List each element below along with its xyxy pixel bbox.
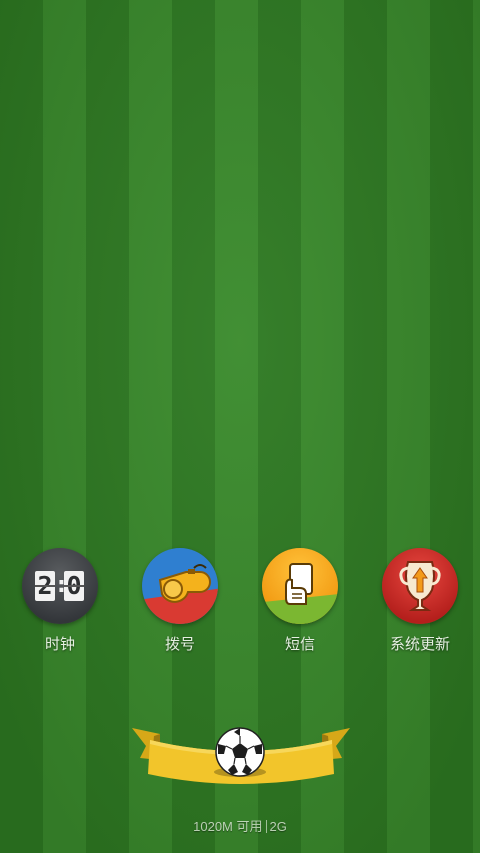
trophy-upgrade-icon[interactable] bbox=[382, 548, 458, 624]
app-system-update[interactable]: 系统更新 bbox=[365, 548, 475, 658]
memory-available: 1020M 可用 bbox=[193, 819, 263, 834]
app-label-dialer: 拨号 bbox=[164, 635, 195, 653]
memory-network-status: 1020M 可用 2G bbox=[0, 816, 480, 835]
app-label-sms: 短信 bbox=[284, 635, 315, 653]
clock-digit-right: 0 bbox=[64, 571, 84, 601]
clock-digit-left: 2 bbox=[35, 571, 55, 601]
soccer-ball-icon[interactable] bbox=[214, 726, 266, 778]
home-screen: { "apps": [ {"id": "clock", "label": "时钟… bbox=[0, 0, 480, 853]
app-label-system-update: 系统更新 bbox=[389, 635, 450, 653]
whistle-icon[interactable] bbox=[142, 548, 218, 624]
flip-clock-icon[interactable]: 2 : 0 bbox=[22, 548, 98, 624]
network-type: 2G bbox=[269, 819, 287, 834]
app-label-clock: 时钟 bbox=[44, 635, 75, 653]
app-clock[interactable]: 2 : 0 时钟 bbox=[5, 548, 115, 658]
app-dialer[interactable]: 拨号 bbox=[125, 548, 235, 658]
dock-banner[interactable] bbox=[130, 722, 352, 792]
referee-card-icon[interactable] bbox=[262, 548, 338, 624]
clock-colon: : bbox=[57, 573, 66, 598]
app-sms[interactable]: 短信 bbox=[245, 548, 355, 658]
status-divider bbox=[265, 820, 267, 833]
